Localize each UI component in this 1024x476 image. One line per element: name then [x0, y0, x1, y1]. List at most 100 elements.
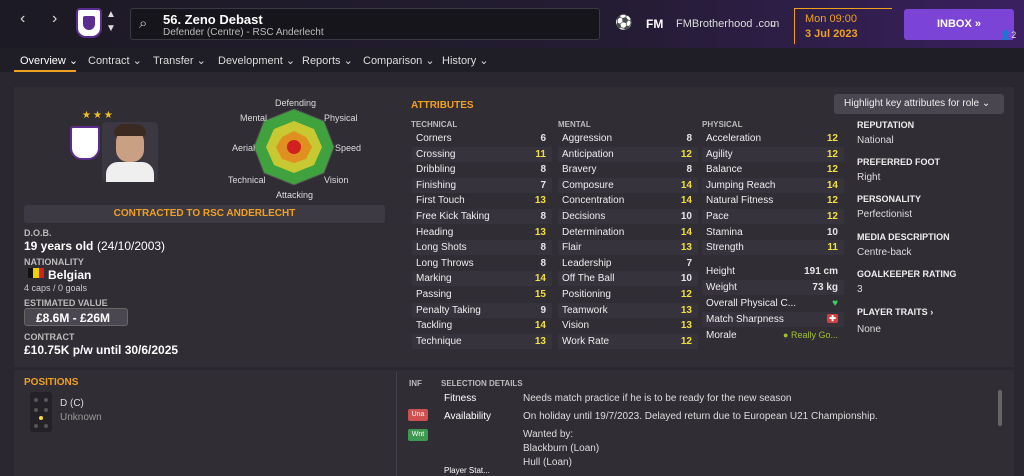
- attribute-name: Strength: [706, 242, 744, 254]
- mental-attribute-row[interactable]: Bravery 8: [558, 162, 698, 177]
- attribute-value: 13: [534, 195, 546, 207]
- highlight-label: Highlight key attributes for role: [844, 98, 980, 109]
- player-search-box[interactable]: ⌕ 56. Zeno Debast Defender (Centre) - RS…: [130, 8, 600, 40]
- attribute-value: 12: [826, 195, 838, 207]
- weight-row: Weight 73 kg: [702, 280, 844, 295]
- attribute-name: Work Rate: [562, 335, 610, 347]
- tab-comparison[interactable]: Comparison ⌄: [363, 54, 435, 67]
- technical-attribute-row[interactable]: Marking 14: [412, 271, 552, 287]
- physical-attribute-row[interactable]: Agility 12: [702, 146, 844, 162]
- tab-overview[interactable]: Overview ⌄: [20, 54, 78, 67]
- physical-attribute-row[interactable]: Jumping Reach 14: [702, 177, 844, 193]
- club-crest-icon[interactable]: [76, 8, 102, 38]
- physical-attribute-row[interactable]: Balance 12: [702, 162, 844, 177]
- technical-attribute-row[interactable]: Tackling 14: [412, 318, 552, 333]
- technical-attribute-row[interactable]: Dribbling 8: [412, 162, 552, 177]
- date-display[interactable]: Mon 09:00 3 Jul 2023: [794, 8, 892, 44]
- attribute-value: 6: [540, 133, 546, 144]
- technical-attribute-row[interactable]: Free Kick Taking 8: [412, 209, 552, 224]
- physical-attribute-row[interactable]: Strength 11: [702, 240, 844, 256]
- radar-label-aerial: Aerial: [232, 143, 256, 153]
- attribute-name: Flair: [562, 242, 582, 254]
- attribute-name: Tackling: [416, 320, 453, 332]
- technical-attribute-row[interactable]: First Touch 13: [412, 193, 552, 208]
- tab-development[interactable]: Development ⌄: [218, 54, 295, 67]
- active-tab-indicator: [14, 70, 76, 72]
- attribute-value: 13: [534, 226, 546, 238]
- reputation-label: REPUTATION: [857, 120, 915, 130]
- tab-transfer[interactable]: Transfer ⌄: [153, 54, 206, 67]
- mental-attribute-row[interactable]: Concentration 14: [558, 193, 698, 208]
- technical-attribute-row[interactable]: Corners 6: [412, 131, 552, 146]
- attribute-name: Acceleration: [706, 133, 762, 144]
- physical-attribute-row[interactable]: Pace 12: [702, 209, 844, 224]
- technical-attribute-row[interactable]: Long Shots 8: [412, 240, 552, 256]
- contract-label: CONTRACT: [24, 332, 75, 342]
- media-description-value: Centre-back: [857, 247, 912, 258]
- attribute-value: 10: [680, 211, 692, 222]
- tab-contract[interactable]: Contract ⌄: [88, 54, 142, 67]
- attribute-name: Long Throws: [416, 257, 474, 269]
- attribute-value: 8: [686, 133, 692, 144]
- mental-attribute-row[interactable]: Teamwork 13: [558, 302, 698, 318]
- technical-attribute-row[interactable]: Technique 13: [412, 333, 552, 349]
- technical-attribute-row[interactable]: Finishing 7: [412, 177, 552, 193]
- attribute-value: 10: [680, 273, 692, 285]
- attribute-name: Determination: [562, 226, 625, 238]
- mental-attribute-row[interactable]: Decisions 10: [558, 209, 698, 224]
- chevron-down-icon[interactable]: ⌄: [768, 16, 778, 30]
- tab-history[interactable]: History ⌄: [442, 54, 489, 67]
- contract-value: £10.75K p/w until 30/6/2025: [24, 343, 179, 357]
- wanted-club-1[interactable]: Blackburn (Loan): [523, 443, 599, 454]
- technical-header: TECHNICAL: [411, 120, 458, 129]
- technical-attribute-row[interactable]: Penalty Taking 9: [412, 302, 552, 318]
- attribute-name: Penalty Taking: [416, 304, 481, 316]
- technical-attribute-row[interactable]: Heading 13: [412, 225, 552, 240]
- attribute-name: Crossing: [416, 148, 456, 160]
- wanted-club-2[interactable]: Hull (Loan): [523, 457, 572, 468]
- mental-attribute-row[interactable]: Vision 13: [558, 318, 698, 333]
- attribute-name: Decisions: [562, 211, 606, 222]
- mental-attribute-row[interactable]: Work Rate 12: [558, 333, 698, 349]
- back-arrow-icon[interactable]: ‹: [20, 10, 25, 28]
- forward-arrow-icon[interactable]: ›: [52, 10, 57, 28]
- mental-attribute-row[interactable]: Off The Ball 10: [558, 271, 698, 287]
- mental-attribute-row[interactable]: Positioning 12: [558, 287, 698, 302]
- player-traits-link[interactable]: PLAYER TRAITS ›: [857, 307, 933, 317]
- technical-attribute-row[interactable]: Crossing 11: [412, 146, 552, 162]
- attribute-value: 12: [680, 289, 692, 300]
- technical-attribute-row[interactable]: Long Throws 8: [412, 256, 552, 271]
- attribute-name: Bravery: [562, 164, 597, 176]
- estimated-value: £8.6M - £26M: [36, 311, 111, 325]
- attribute-name: Jumping Reach: [706, 179, 776, 191]
- technical-attribute-row[interactable]: Passing 15: [412, 287, 552, 302]
- mental-attribute-row[interactable]: Composure 14: [558, 177, 698, 193]
- scrollbar[interactable]: [998, 390, 1002, 426]
- tab-reports[interactable]: Reports ⌄: [302, 54, 353, 67]
- attribute-value: 12: [680, 335, 692, 347]
- attribute-value: 13: [534, 335, 546, 347]
- mental-attribute-row[interactable]: Determination 14: [558, 225, 698, 240]
- highlight-role-dropdown[interactable]: Highlight key attributes for role ⌄: [834, 94, 1004, 114]
- mental-attribute-row[interactable]: Leadership 7: [558, 256, 698, 271]
- physical-attribute-row[interactable]: Natural Fitness 12: [702, 193, 844, 208]
- attribute-value: 12: [826, 133, 838, 144]
- contract-status-bar[interactable]: CONTRACTED TO RSC ANDERLECHT: [24, 205, 385, 223]
- attribute-name: Passing: [416, 289, 452, 300]
- morale-row: Morale ● Really Go...: [706, 330, 838, 341]
- attribute-name: Corners: [416, 133, 452, 144]
- nationality-value[interactable]: Belgian: [48, 268, 91, 282]
- player-cycle-arrows-icon[interactable]: ▲ ▼: [106, 8, 116, 36]
- site-label[interactable]: FMBrotherhood .com: [676, 18, 779, 30]
- football-icon[interactable]: ⚽: [615, 14, 632, 31]
- caps-value: 4 caps / 0 goals: [24, 283, 88, 293]
- physical-attribute-row[interactable]: Acceleration 12: [702, 131, 844, 146]
- physical-attribute-row[interactable]: Stamina 10: [702, 225, 844, 240]
- inbox-button[interactable]: INBOX »: [904, 9, 1014, 40]
- mental-attribute-row[interactable]: Anticipation 12: [558, 146, 698, 162]
- mental-attribute-row[interactable]: Flair 13: [558, 240, 698, 256]
- player-position-club: Defender (Centre) - RSC Anderlecht: [163, 27, 324, 38]
- mental-attribute-row[interactable]: Aggression 8: [558, 131, 698, 146]
- attribute-name: First Touch: [416, 195, 465, 207]
- attribute-value: 8: [686, 164, 692, 176]
